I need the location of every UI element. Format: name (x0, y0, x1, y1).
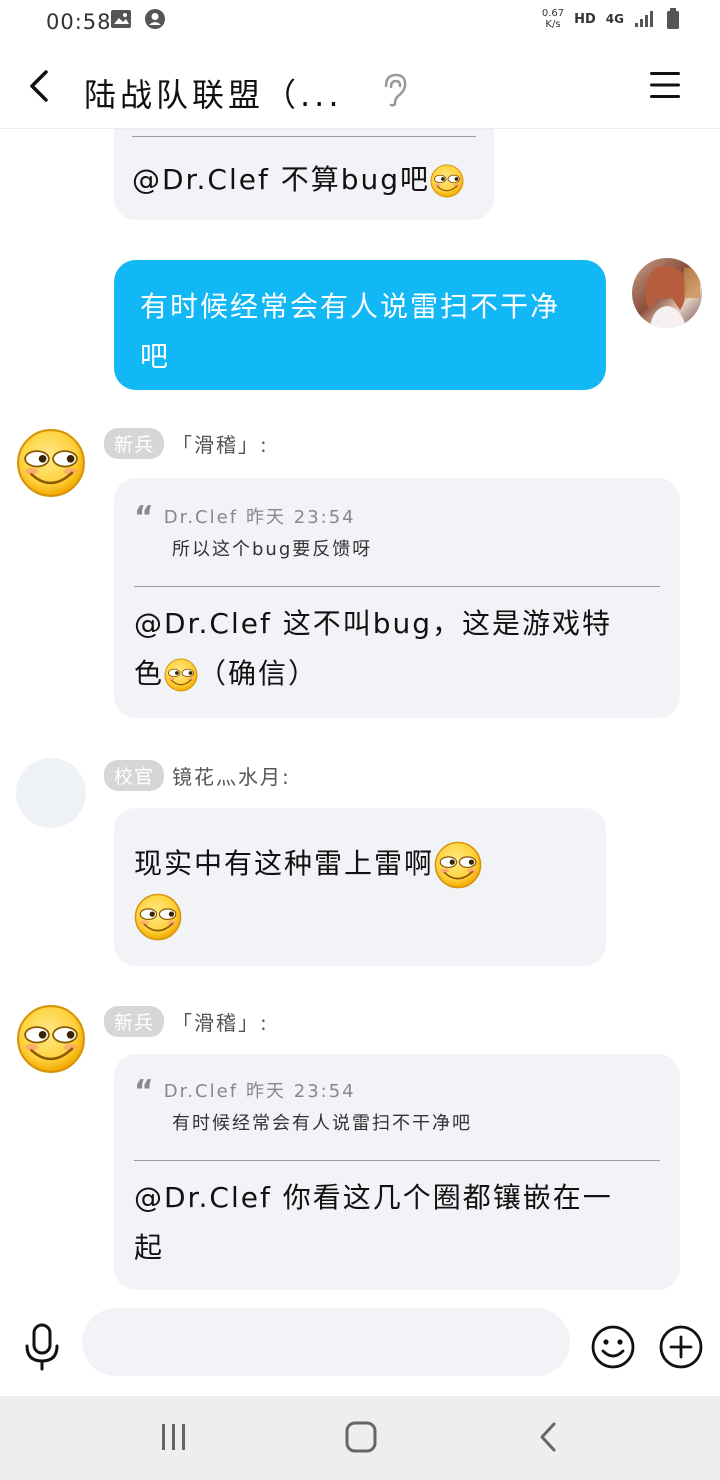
huaji-avatar-icon (16, 1004, 86, 1074)
status-system-icons: 0.67 K/s HD 4G (542, 8, 680, 30)
quote-divider (132, 136, 476, 137)
reply-text-content: @Dr.Clef 不算bug吧 (132, 163, 431, 196)
sender-name[interactable]: 镜花灬水月: (172, 761, 291, 790)
self-avatar-image (645, 266, 700, 328)
message-input[interactable] (82, 1308, 570, 1376)
gallery-icon (111, 10, 131, 28)
reply-text-part: @Dr.Clef 这不叫bug，这是游戏特 (134, 607, 613, 640)
recent-apps-icon[interactable] (158, 1422, 190, 1452)
huaji-emoji-icon (164, 658, 198, 692)
quote-author: Dr.Clef (163, 1081, 239, 1102)
status-time: 00:58 (46, 10, 112, 34)
quote-time: 昨天 23:54 (246, 1081, 356, 1102)
ear-icon[interactable] (380, 72, 410, 108)
huaji-emoji-icon (434, 841, 482, 889)
status-notification-icons (110, 8, 166, 30)
quote-divider (134, 1160, 660, 1161)
net-speed-unit: K/s (545, 19, 561, 30)
self-message-text: 有时候经常会有人说雷扫不干净吧 (140, 290, 561, 373)
reply-message-bubble[interactable]: “ Dr.Clef 昨天 23:54 所以这个bug要反馈呀 @Dr.Clef … (114, 478, 680, 718)
huaji-emoji-icon (430, 164, 464, 198)
huaji-emoji-icon (134, 893, 182, 941)
reply-text: @Dr.Clef 这不叫bug，这是游戏特 色 （确信） (134, 599, 660, 699)
reply-text: @Dr.Clef 你看这几个圈都镶嵌在一起 (134, 1181, 613, 1264)
sender-avatar[interactable] (16, 1004, 86, 1074)
input-bar (0, 1302, 720, 1396)
sender-info: 新兵 「滑稽」: (104, 1006, 269, 1037)
battery-icon (667, 8, 679, 29)
quote-header: “ Dr.Clef 昨天 23:54 (134, 500, 660, 535)
net-speed-value: 0.67 (541, 8, 565, 19)
back-arrow-icon[interactable] (22, 66, 58, 106)
sender-avatar[interactable] (16, 428, 86, 498)
net-speed: 0.67 K/s (542, 8, 564, 30)
hd-indicator: HD (574, 11, 596, 27)
message-text: 现实中有这种雷上雷啊 (134, 847, 435, 880)
quote-header: “ Dr.Clef 昨天 23:54 (134, 1074, 660, 1109)
message-bubble[interactable]: 现实中有这种雷上雷啊 (114, 808, 606, 966)
account-icon (145, 9, 165, 29)
microphone-icon[interactable] (22, 1322, 62, 1372)
message-list[interactable]: @Dr.Clef 不算bug吧 有时候经常会有人说雷扫不干净吧 新兵 「滑稽」:… (0, 128, 720, 1302)
status-bar: 00:58 0.67 K/s HD 4G (0, 0, 720, 50)
hamburger-menu-icon[interactable] (648, 68, 682, 102)
plus-icon[interactable] (658, 1324, 704, 1370)
rank-badge: 校官 (104, 760, 165, 791)
reply-text-part: 色 (134, 657, 165, 690)
chat-title[interactable]: 陆战队联盟（... (84, 70, 343, 116)
sender-info: 新兵 「滑稽」: (104, 428, 269, 459)
chat-header: 陆战队联盟（... (0, 50, 720, 129)
reply-text-part: （确信） (198, 657, 319, 690)
message-bubble[interactable]: @Dr.Clef 不算bug吧 (114, 128, 494, 220)
quote-mark-icon: “ (134, 1074, 156, 1109)
sender-name[interactable]: 「滑稽」: (172, 1007, 269, 1036)
reply-message-bubble[interactable]: “ Dr.Clef 昨天 23:54 有时候经常会有人说雷扫不干净吧 @Dr.C… (114, 1054, 680, 1290)
sender-avatar[interactable] (16, 758, 86, 828)
nav-back-icon[interactable] (536, 1420, 560, 1454)
rank-badge: 新兵 (104, 1006, 165, 1037)
sender-info: 校官 镜花灬水月: (104, 760, 291, 791)
quote-author: Dr.Clef (163, 507, 239, 528)
quote-text: 所以这个bug要反馈呀 (172, 539, 373, 560)
quote-text: 有时候经常会有人说雷扫不干净吧 (172, 1113, 472, 1134)
sender-name[interactable]: 「滑稽」: (172, 429, 269, 458)
signal-icon (635, 11, 653, 27)
network-type: 4G (605, 12, 624, 26)
self-avatar[interactable] (632, 258, 702, 328)
system-navigation-bar (0, 1396, 720, 1480)
quote-divider (134, 586, 660, 587)
huaji-avatar-icon (16, 428, 86, 498)
reply-text: @Dr.Clef 不算bug吧 (132, 155, 476, 205)
quote-time: 昨天 23:54 (246, 507, 356, 528)
home-icon[interactable] (344, 1420, 378, 1454)
smiley-icon[interactable] (590, 1324, 636, 1370)
quote-mark-icon: “ (134, 500, 156, 535)
rank-badge: 新兵 (104, 428, 165, 459)
self-message-bubble[interactable]: 有时候经常会有人说雷扫不干净吧 (114, 260, 606, 390)
